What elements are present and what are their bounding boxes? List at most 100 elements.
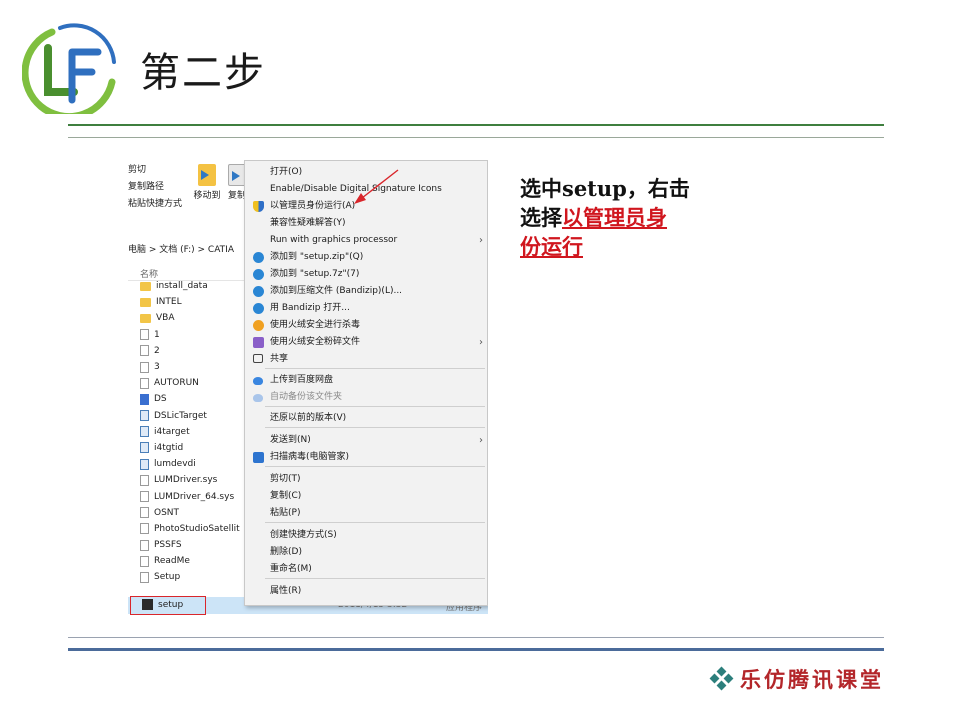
context-menu-item[interactable]: Run with graphics processor › (245, 232, 487, 249)
list-item[interactable]: 2 (140, 343, 250, 359)
context-menu-item[interactable]: 上传到百度网盘 (245, 372, 487, 389)
menu-separator (265, 368, 485, 369)
context-menu-item[interactable]: 重命名(M) (245, 561, 487, 578)
huorong-icon (253, 320, 264, 331)
cut-command[interactable]: 剪切 (128, 162, 198, 179)
pc-manager-icon (253, 452, 264, 463)
context-menu-item[interactable]: 以管理员身份运行(A) (245, 198, 487, 215)
list-item-label: install_data (156, 281, 208, 292)
shredder-icon (253, 337, 264, 348)
list-item-label: ReadMe (154, 556, 190, 567)
context-menu-item[interactable]: 创建快捷方式(S) (245, 527, 487, 544)
menu-separator (265, 578, 485, 579)
menu-separator (265, 522, 485, 523)
instruction-line-3: 份运行 (520, 232, 720, 261)
list-item[interactable]: DS (140, 391, 250, 407)
list-item[interactable]: i4tgtid (140, 440, 250, 456)
context-menu-item-label: 添加到 "setup.zip"(Q) (270, 252, 364, 262)
explorer-screenshot: 剪切 复制路径 粘贴快捷方式 移动到 复制 电脑 > 文档 (F:) > CAT… (126, 160, 488, 616)
context-menu-item[interactable]: 删除(D) (245, 544, 487, 561)
context-menu-item-label: 打开(O) (270, 167, 303, 177)
list-item[interactable]: AUTORUN (140, 375, 250, 391)
context-menu-item-label: 自动备份该文件夹 (270, 392, 343, 402)
chevron-right-icon: › (479, 337, 483, 348)
context-menu-item[interactable]: 发送到(N) › (245, 432, 487, 449)
menu-separator (265, 406, 485, 407)
list-item-label: DS (154, 394, 167, 405)
context-menu-item[interactable]: 扫描病毒(电脑管家) (245, 449, 487, 466)
context-menu-item[interactable]: Enable/Disable Digital Signature Icons (245, 181, 487, 198)
file-icon (140, 523, 149, 535)
list-item[interactable]: DSLicTarget (140, 408, 250, 424)
list-item[interactable]: i4target (140, 424, 250, 440)
context-menu-item[interactable]: 用 Bandizip 打开... (245, 300, 487, 317)
file-list: install_data INTEL VBA 1 2 3 AUTORUN DS DSLicTar… (140, 278, 250, 586)
paste-shortcut-command[interactable]: 粘贴快捷方式 (128, 196, 198, 213)
menu-separator (265, 427, 485, 428)
ds-icon (140, 393, 149, 405)
context-menu-item[interactable]: 属性(R) (245, 583, 487, 600)
brand-diamond-icon (709, 666, 734, 691)
page-title: 第二步 (140, 50, 266, 96)
move-to-button[interactable]: 移动到 (192, 162, 222, 201)
context-menu-item-label: Enable/Disable Digital Signature Icons (270, 184, 442, 194)
list-item[interactable]: lumdevdi (140, 456, 250, 472)
list-item[interactable]: install_data (140, 278, 250, 294)
context-menu-item-label: 使用火绒安全粉碎文件 (270, 337, 361, 347)
list-item[interactable]: PSSFS (140, 537, 250, 553)
context-menu-item-label: 用 Bandizip 打开... (270, 303, 350, 313)
context-menu-item-label: 添加到压缩文件 (Bandizip)(L)... (270, 286, 403, 296)
context-menu-item[interactable]: 使用火绒安全粉碎文件 › (245, 334, 487, 351)
breadcrumb[interactable]: 电脑 > 文档 (F:) > CATIA (128, 242, 234, 255)
context-menu-item[interactable]: 共享 (245, 351, 487, 368)
context-menu-item[interactable]: 粘贴(P) (245, 505, 487, 522)
instruction-text: 选中setup，右击 选择以管理员身 份运行 (520, 174, 720, 261)
context-menu-item[interactable]: 自动备份该文件夹 (245, 389, 487, 406)
context-menu-item-label: 发送到(N) (270, 435, 311, 445)
list-item[interactable]: ReadMe (140, 553, 250, 569)
context-menu-item[interactable]: 打开(O) (245, 164, 487, 181)
list-item-label: i4target (154, 426, 190, 437)
context-menu-item[interactable]: 还原以前的版本(V) (245, 410, 487, 427)
context-menu-item-label: 上传到百度网盘 (270, 375, 334, 385)
file-icon (140, 491, 149, 503)
context-menu-item[interactable]: 使用火绒安全进行杀毒 (245, 317, 487, 334)
context-menu-item-label: 复制(C) (270, 491, 302, 501)
list-item[interactable]: VBA (140, 310, 250, 326)
context-menu-item-label: Run with graphics processor (270, 235, 398, 245)
list-item[interactable]: LUMDriver.sys (140, 472, 250, 488)
list-item[interactable]: OSNT (140, 505, 250, 521)
context-menu-item-label: 以管理员身份运行(A) (270, 201, 356, 211)
folder-icon (140, 281, 151, 291)
folder-icon (140, 297, 151, 307)
move-to-icon (198, 164, 216, 186)
list-item-label: OSNT (154, 507, 180, 518)
file-icon (140, 377, 149, 389)
list-item-label: PSSFS (154, 540, 182, 551)
app-icon (140, 426, 149, 438)
chevron-right-icon: › (479, 235, 483, 246)
app-icon (140, 410, 149, 422)
lf-logo (21, 22, 118, 121)
list-item[interactable]: INTEL (140, 294, 250, 310)
list-item-label: i4tgtid (154, 442, 184, 453)
context-menu-item[interactable]: 添加到 "setup.zip"(Q) (245, 249, 487, 266)
context-menu-item[interactable]: 兼容性疑难解答(Y) (245, 215, 487, 232)
context-menu-item-label: 使用火绒安全进行杀毒 (270, 320, 361, 330)
context-menu-item-label: 共享 (270, 354, 289, 364)
share-icon (253, 354, 263, 363)
context-menu-item[interactable]: 添加到 "setup.7z"(7) (245, 266, 487, 283)
context-menu-item[interactable]: 添加到压缩文件 (Bandizip)(L)... (245, 283, 487, 300)
top-divider (68, 124, 884, 126)
list-item[interactable]: PhotoStudioSatellit (140, 521, 250, 537)
list-item[interactable]: 1 (140, 327, 250, 343)
copy-path-command[interactable]: 复制路径 (128, 179, 198, 196)
list-item-label: PhotoStudioSatellit (154, 523, 240, 534)
list-item[interactable]: LUMDriver_64.sys (140, 488, 250, 504)
context-menu-item[interactable]: 剪切(T) (245, 471, 487, 488)
clipboard-group: 剪切 复制路径 粘贴快捷方式 (128, 162, 198, 213)
bandizip-icon (253, 252, 264, 263)
context-menu-item[interactable]: 复制(C) (245, 488, 487, 505)
list-item[interactable]: 3 (140, 359, 250, 375)
list-item[interactable]: Setup (140, 569, 250, 585)
